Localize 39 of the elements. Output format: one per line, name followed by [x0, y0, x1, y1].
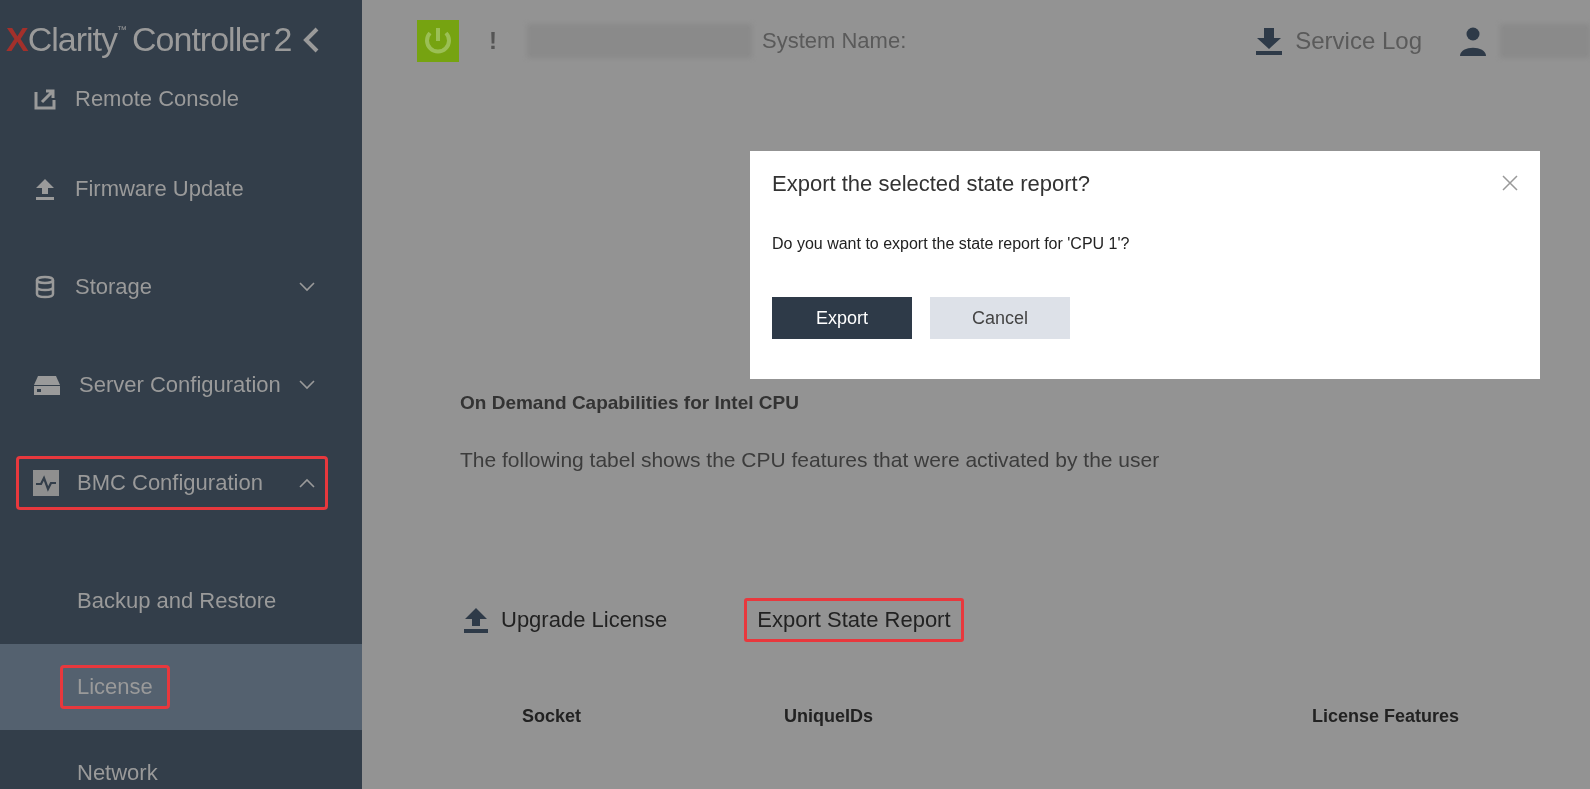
- version-number: 2: [273, 20, 292, 59]
- dialog-title: Export the selected state report?: [772, 171, 1090, 197]
- column-header: License Features: [1312, 706, 1460, 727]
- user-icon[interactable]: [1458, 26, 1488, 56]
- system-name-label: System Name:: [762, 28, 907, 54]
- column-header: Socket: [522, 706, 582, 727]
- column-header: UniqueIDs: [784, 706, 873, 727]
- logo-name: Clarity: [27, 20, 118, 59]
- submenu-item[interactable]: Network: [0, 730, 362, 789]
- sidebar-item[interactable]: Remote Console: [16, 72, 328, 126]
- section-description: The following tabel shows the CPU features that were activated by the user: [460, 448, 1161, 472]
- sidebar-item[interactable]: Storage: [16, 260, 328, 314]
- sidebar-item[interactable]: Firmware Update: [16, 162, 328, 216]
- service-log-button[interactable]: Service Log: [1255, 27, 1422, 55]
- trademark-sign: ™: [117, 24, 127, 35]
- database-icon: [33, 275, 57, 299]
- dialog-message: Do you want to export the state report for 'CPU 1'?: [772, 235, 1131, 253]
- alert-indicator[interactable]: !: [489, 27, 497, 55]
- export-button[interactable]: Export: [772, 297, 912, 339]
- server-icon: [33, 373, 61, 397]
- cancel-button[interactable]: Cancel: [930, 297, 1070, 339]
- close-icon[interactable]: [1502, 175, 1518, 191]
- submenu-item[interactable]: Backup and Restore: [0, 558, 362, 644]
- pulse-icon: [33, 470, 59, 496]
- upload-icon: [463, 607, 489, 633]
- section-heading: On Demand Capabilities for Intel CPU: [460, 392, 800, 414]
- download-icon: [1255, 27, 1284, 55]
- sidebar-item[interactable]: Server Configuration: [16, 358, 328, 412]
- upload-icon: [33, 177, 57, 201]
- logo-mark: X: [6, 20, 28, 59]
- export-report-button[interactable]: Export State Report: [744, 598, 964, 642]
- submenu-label: License: [60, 665, 170, 709]
- submenu-label: Network: [76, 759, 159, 787]
- submenu-label: Backup and Restore: [76, 587, 278, 615]
- submenu-item[interactable]: License: [0, 644, 362, 730]
- sidebar-item[interactable]: BMC Configuration: [16, 456, 328, 510]
- console-icon: [33, 87, 57, 111]
- upgrade-license-button[interactable]: Upgrade License: [460, 598, 681, 642]
- product-name: Controller: [132, 20, 270, 59]
